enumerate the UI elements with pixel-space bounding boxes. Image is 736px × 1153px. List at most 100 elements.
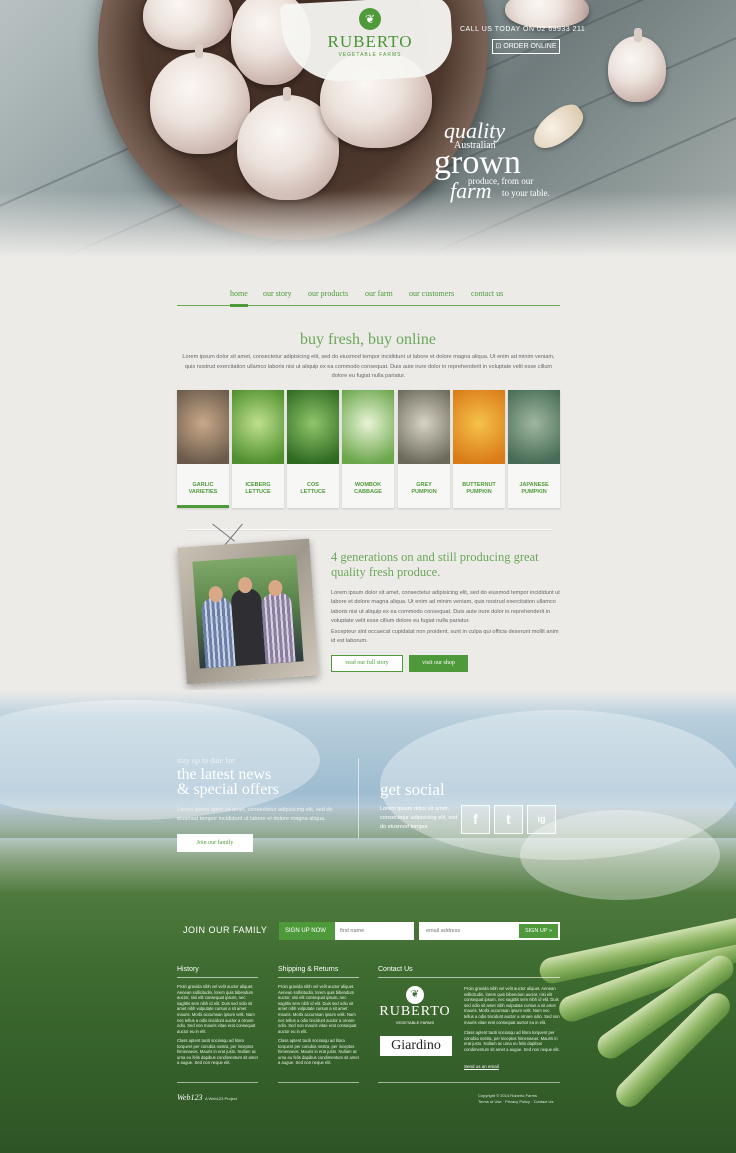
product-tile[interactable]: ICEBERG LETTUCE xyxy=(232,390,284,508)
story-text-2: Excepteur sint occaecat cupidatat non pr… xyxy=(331,629,559,645)
nav-contact-us[interactable]: contact us xyxy=(471,289,503,298)
facebook-icon[interactable]: f xyxy=(461,805,490,834)
call-us-text: CALL US TODAY ON 02 69933 211 xyxy=(460,26,586,33)
order-online-button[interactable]: ⊡ ORDER ONLINE xyxy=(492,39,560,54)
product-label: BUTTERNUT PUMPKIN xyxy=(453,482,505,496)
web123-logo[interactable]: Web123 xyxy=(177,1093,202,1102)
product-label-line2: LETTUCE xyxy=(300,489,326,495)
news-text: Lorem ipsum dolor sit amet, consectetur … xyxy=(177,807,333,822)
product-image xyxy=(508,390,560,464)
product-label-line1: COS xyxy=(307,482,319,488)
product-label-line1: BUTTERNUT xyxy=(462,482,496,488)
email-link[interactable]: Send us an email xyxy=(464,1064,499,1069)
vertical-divider xyxy=(358,758,359,838)
buy-fresh-text: Lorem ipsum dolor sit amet, consectetur … xyxy=(182,354,555,379)
nav-home[interactable]: home xyxy=(230,289,248,307)
story-text: Lorem ipsum dolor sit amet, consectetur … xyxy=(331,590,560,625)
nav-our-customers[interactable]: our customers xyxy=(409,289,454,298)
product-image xyxy=(342,390,394,464)
product-image xyxy=(398,390,450,464)
product-label: ICEBERG LETTUCE xyxy=(232,482,284,496)
product-label-line2: LETTUCE xyxy=(245,489,271,495)
product-tile[interactable]: GREY PUMPKIN xyxy=(398,390,450,508)
social-title: get social xyxy=(380,780,445,799)
nav-our-products[interactable]: our products xyxy=(308,289,348,298)
brand-logo[interactable]: ❦ RUBERTO VEGETABLE FARMS xyxy=(300,8,440,58)
person xyxy=(260,591,296,664)
brand-sub: VEGETABLE FARMS xyxy=(338,52,402,58)
footer-history-text-2: Class aptent taciti sociosqu ad litora t… xyxy=(177,1038,258,1066)
product-label-line2: PUMPKIN xyxy=(411,489,437,495)
web123-sub: A Web123 Project xyxy=(205,1096,237,1101)
news-kicker: stay up to date for xyxy=(177,756,235,765)
garlic-bulb xyxy=(608,28,666,102)
footer-logo: ❦ RUBERTO VEGETABLE FARMS xyxy=(378,986,452,1025)
join-family-button[interactable]: Join our family xyxy=(177,834,253,852)
leaf-icon: ❦ xyxy=(406,986,424,1004)
garlic-bulb xyxy=(505,0,589,28)
footer-shipping-text-2: Class aptent taciti sociosqu ad litora t… xyxy=(278,1038,359,1066)
giardino-logo: Giardino xyxy=(380,1036,452,1056)
footer-bottom-rule xyxy=(278,1082,359,1083)
footer-contact-title[interactable]: Contact Us xyxy=(378,966,413,973)
product-label-line1: ICEBERG xyxy=(245,482,271,488)
signup-button[interactable]: SIGN UP » xyxy=(519,924,558,938)
product-tile[interactable]: JAPANESE PUMPKIN xyxy=(508,390,560,508)
nav-our-farm[interactable]: our farm xyxy=(365,289,393,298)
brand-name: RUBERTO xyxy=(327,32,413,51)
product-image xyxy=(232,390,284,464)
main-nav: home our story our products our farm our… xyxy=(177,286,560,307)
product-tile[interactable]: GARLIC VARIETIES xyxy=(177,390,229,508)
news-heading: the latest news & special offers xyxy=(177,767,279,798)
person xyxy=(230,588,266,666)
footer-history-text: Proin gravida nibh vel velit auctor aliq… xyxy=(177,984,256,1034)
footer-brand-sub: VEGETABLE FARMS xyxy=(395,1020,435,1025)
visit-shop-button[interactable]: visit our shop xyxy=(409,655,468,672)
read-story-button[interactable]: read our full story xyxy=(331,655,403,672)
join-family-label: JOIN OUR FAMILY xyxy=(183,925,268,935)
product-tile[interactable]: COS LETTUCE xyxy=(287,390,339,508)
story-title: 4 generations on and still producing gre… xyxy=(331,550,539,579)
footer-legal-links[interactable]: Terms of Use · Privacy Policy · Contact … xyxy=(478,1099,553,1105)
signup-now-tag: SIGN UP NOW xyxy=(279,922,335,940)
watercolor-wash xyxy=(0,700,320,820)
product-image xyxy=(453,390,505,464)
product-label: JAPANESE PUMPKIN xyxy=(508,482,560,496)
twitter-icon[interactable]: t xyxy=(494,805,523,834)
product-tile[interactable]: BUTTERNUT PUMPKIN xyxy=(453,390,505,508)
product-label-line2: PUMPKIN xyxy=(466,489,492,495)
product-label-line2: VARIETIES xyxy=(188,489,218,495)
frame-wire xyxy=(212,523,235,542)
footer-contact-text: Proin gravida nibh vel velit auctor aliq… xyxy=(464,986,560,1025)
product-label: GARLIC VARIETIES xyxy=(177,482,229,496)
product-label: COS LETTUCE xyxy=(287,482,339,496)
footer-rule xyxy=(378,977,560,978)
nav-our-story[interactable]: our story xyxy=(263,289,292,298)
footer-history-title[interactable]: History xyxy=(177,966,199,973)
section-divider xyxy=(186,529,552,530)
social-text: Lorem ipsum dolor sit amet, consectetur … xyxy=(380,806,458,830)
buy-fresh-title: buy fresh, buy online xyxy=(300,331,436,348)
instagram-icon[interactable]: ig xyxy=(527,805,556,834)
product-tile[interactable]: WOMBOK CABBAGE xyxy=(342,390,394,508)
product-image xyxy=(287,390,339,464)
product-label: GREY PUMPKIN xyxy=(398,482,450,496)
footer-bottom-rule xyxy=(378,1082,560,1083)
footer-rule xyxy=(278,977,359,978)
product-label-line1: GARLIC xyxy=(192,482,214,488)
hero-fade xyxy=(0,190,736,270)
product-label-line2: CABBAGE xyxy=(354,489,382,495)
person xyxy=(200,596,236,669)
product-image xyxy=(177,390,229,464)
footer-bottom-rule xyxy=(177,1082,258,1083)
news-heading-line2: & special offers xyxy=(177,781,279,798)
product-label-line2: PUMPKIN xyxy=(521,489,547,495)
tagline-farm: farm xyxy=(450,178,492,203)
first-name-input[interactable] xyxy=(335,922,414,940)
product-label: WOMBOK CABBAGE xyxy=(342,482,394,496)
footer-shipping-title[interactable]: Shipping & Returns xyxy=(278,966,338,973)
family-photo xyxy=(192,554,304,669)
tagline-table: to your table. xyxy=(502,188,550,198)
product-label-line1: GREY xyxy=(416,482,432,488)
product-label-line1: JAPANESE xyxy=(519,482,549,488)
